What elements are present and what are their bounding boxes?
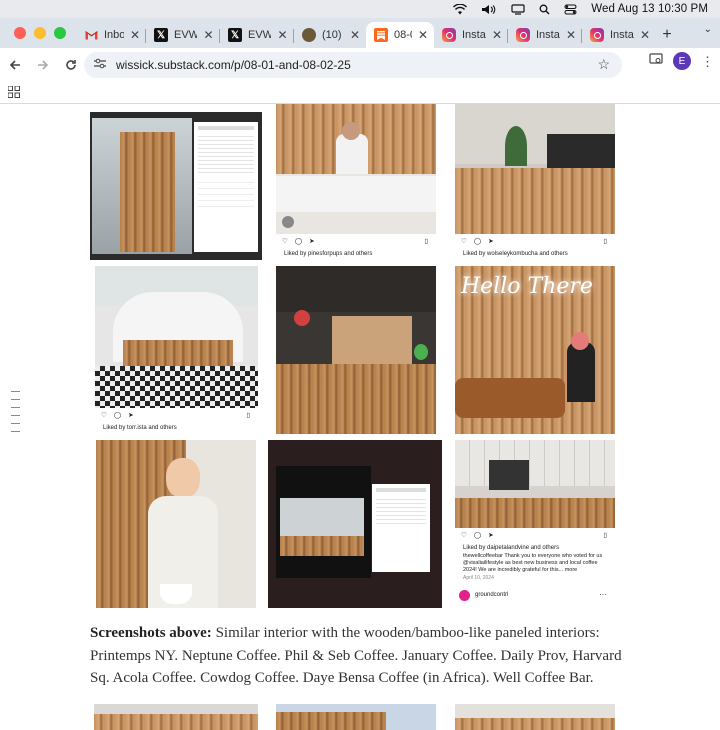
heart-icon[interactable]: ♡ xyxy=(101,411,107,419)
close-tab-icon[interactable]: ✕ xyxy=(418,28,428,42)
comment-icon[interactable]: ◯ xyxy=(295,237,302,245)
liked-by-text: Liked by wolseleykombucha and others xyxy=(463,251,568,257)
menubar-clock[interactable]: Wed Aug 13 10:30 PM xyxy=(591,3,708,15)
gmail-icon xyxy=(84,28,98,42)
comment-icon[interactable]: ◯ xyxy=(474,531,481,539)
photo-cowdog-coffee xyxy=(96,440,256,608)
share-icon[interactable]: ➤ xyxy=(309,237,314,245)
zoom-window-button[interactable] xyxy=(54,27,66,39)
minimize-window-button[interactable] xyxy=(34,27,46,39)
url-text[interactable]: wissick.substack.com/p/08-01-and-08-02-2… xyxy=(116,58,351,72)
share-icon[interactable]: ➤ xyxy=(128,411,133,419)
avatar[interactable] xyxy=(459,590,470,601)
close-tab-icon[interactable]: ✕ xyxy=(350,28,360,42)
tab-strip: Inbox ✕ 𝕏 EVW ✕ 𝕏 EVW ✕ (10) T ✕ 08-0 ✕ … xyxy=(0,18,720,48)
liked-by-text: Liked by pinesforpups and others xyxy=(284,251,373,257)
screenshot-daye-bensa xyxy=(268,440,442,608)
share-icon[interactable]: ➤ xyxy=(488,237,493,245)
comment-icon[interactable]: ◯ xyxy=(114,411,121,419)
substack-icon xyxy=(374,28,388,42)
photo-well-coffee-bar xyxy=(455,440,615,528)
tab-x-evw-1[interactable]: 𝕏 EVW ✕ xyxy=(146,22,220,48)
site-icon xyxy=(302,28,316,42)
bookmark-star-icon[interactable]: ☆ xyxy=(597,56,610,73)
toolbar-right-actions: E ⋮ xyxy=(649,52,714,70)
apps-grid-icon[interactable] xyxy=(8,86,20,98)
instagram-post-well-coffee: ♡ ◯ ➤ ▯ Liked by daipetalandvine and other… xyxy=(455,528,615,608)
more-menu-icon[interactable]: ⋮ xyxy=(701,55,714,68)
instagram-icon xyxy=(442,28,456,42)
tab-search-chevron-icon[interactable]: ⌄ xyxy=(704,24,712,35)
new-tab-button[interactable]: + xyxy=(656,22,678,48)
liked-by-text: Liked by torr.ista and others xyxy=(103,425,177,431)
window-controls xyxy=(0,18,76,48)
control-center-icon[interactable] xyxy=(564,4,577,15)
photo-next-3 xyxy=(455,704,615,730)
heart-icon[interactable]: ♡ xyxy=(461,531,467,539)
tab-instagram-1[interactable]: Instag ✕ xyxy=(434,22,508,48)
profile-avatar[interactable]: E xyxy=(673,52,691,70)
tab-notifications[interactable]: (10) T ✕ xyxy=(294,22,366,48)
tab-instagram-3[interactable]: Instag ✕ xyxy=(582,22,656,48)
instagram-actions-phil-seb: ♡ ◯ ➤ ▯ Liked by wolseleykombucha and othe… xyxy=(455,234,615,264)
volume-icon[interactable] xyxy=(481,4,497,15)
tab-x-evw-2[interactable]: 𝕏 EVW ✕ xyxy=(220,22,294,48)
bookmark-icon[interactable]: ▯ xyxy=(246,411,250,419)
post-caption: thewellcoffeebar Thank you to everyone w… xyxy=(463,553,603,573)
screenshot-printemps xyxy=(90,112,262,260)
photo-acola-coffee: Hello There xyxy=(455,266,615,434)
back-button[interactable] xyxy=(2,52,28,78)
screen-mirror-icon[interactable] xyxy=(511,3,525,15)
close-window-button[interactable] xyxy=(14,27,26,39)
close-tab-icon[interactable]: ✕ xyxy=(277,28,288,42)
instagram-actions-neptune: ♡ ◯ ➤ ▯ Liked by pinesforpups and others xyxy=(276,234,436,264)
photo-phil-seb-coffee xyxy=(455,104,615,234)
bookmark-icon[interactable]: ▯ xyxy=(603,237,607,245)
tab-gmail-inbox[interactable]: Inbox ✕ xyxy=(76,22,146,48)
close-tab-icon[interactable]: ✕ xyxy=(566,28,576,42)
username[interactable]: groundcontrl xyxy=(475,592,508,598)
photo-daily-prov xyxy=(276,266,436,434)
macos-menubar: Wed Aug 13 10:30 PM xyxy=(0,0,720,18)
close-tab-icon[interactable]: ✕ xyxy=(130,28,140,42)
post-date: April 10, 2024 xyxy=(463,575,494,581)
heart-icon[interactable]: ♡ xyxy=(282,237,288,245)
cast-icon[interactable] xyxy=(649,52,663,70)
caption-label: Screenshots above: xyxy=(90,625,212,641)
close-tab-icon[interactable]: ✕ xyxy=(640,28,650,42)
bookmarks-bar xyxy=(0,82,720,104)
instagram-icon xyxy=(590,28,604,42)
photo-january-coffee xyxy=(95,266,258,408)
forward-button[interactable] xyxy=(30,52,56,78)
article-content: ♡ ◯ ➤ ▯ Liked by pinesforpups and others ♡… xyxy=(0,104,720,730)
bookmark-icon[interactable]: ▯ xyxy=(424,237,428,245)
photo-neptune-coffee xyxy=(276,104,436,239)
close-tab-icon[interactable]: ✕ xyxy=(492,28,502,42)
x-icon: 𝕏 xyxy=(154,28,168,42)
screenshots-caption: Screenshots above: Similar interior with… xyxy=(90,622,635,690)
wifi-icon[interactable] xyxy=(453,3,468,15)
x-icon: 𝕏 xyxy=(228,28,242,42)
more-options-icon[interactable]: ··· xyxy=(599,590,607,599)
bookmark-icon[interactable]: ▯ xyxy=(603,531,607,539)
instagram-icon xyxy=(516,28,530,42)
comment-icon[interactable]: ◯ xyxy=(474,237,481,245)
close-tab-icon[interactable]: ✕ xyxy=(203,28,214,42)
table-of-contents-icon[interactable] xyxy=(11,391,20,432)
tab-substack-active[interactable]: 08-0 ✕ xyxy=(366,22,434,48)
instagram-actions-january: ♡ ◯ ➤ ▯ Liked by torr.ista and others xyxy=(95,408,258,438)
reload-button[interactable] xyxy=(58,52,84,78)
tab-instagram-2[interactable]: Instag ✕ xyxy=(508,22,582,48)
photo-next-2 xyxy=(276,704,436,730)
hello-there-neon-sign: Hello There xyxy=(461,274,593,299)
heart-icon[interactable]: ♡ xyxy=(461,237,467,245)
liked-by-text: Liked by daipetalandvine and others xyxy=(463,545,560,551)
photo-next-1 xyxy=(94,704,258,730)
address-bar[interactable]: wissick.substack.com/p/08-01-and-08-02-2… xyxy=(84,52,622,78)
site-settings-icon[interactable] xyxy=(94,58,106,72)
browser-toolbar: wissick.substack.com/p/08-01-and-08-02-2… xyxy=(0,48,720,82)
search-icon[interactable] xyxy=(539,4,550,15)
share-icon[interactable]: ➤ xyxy=(488,531,493,539)
